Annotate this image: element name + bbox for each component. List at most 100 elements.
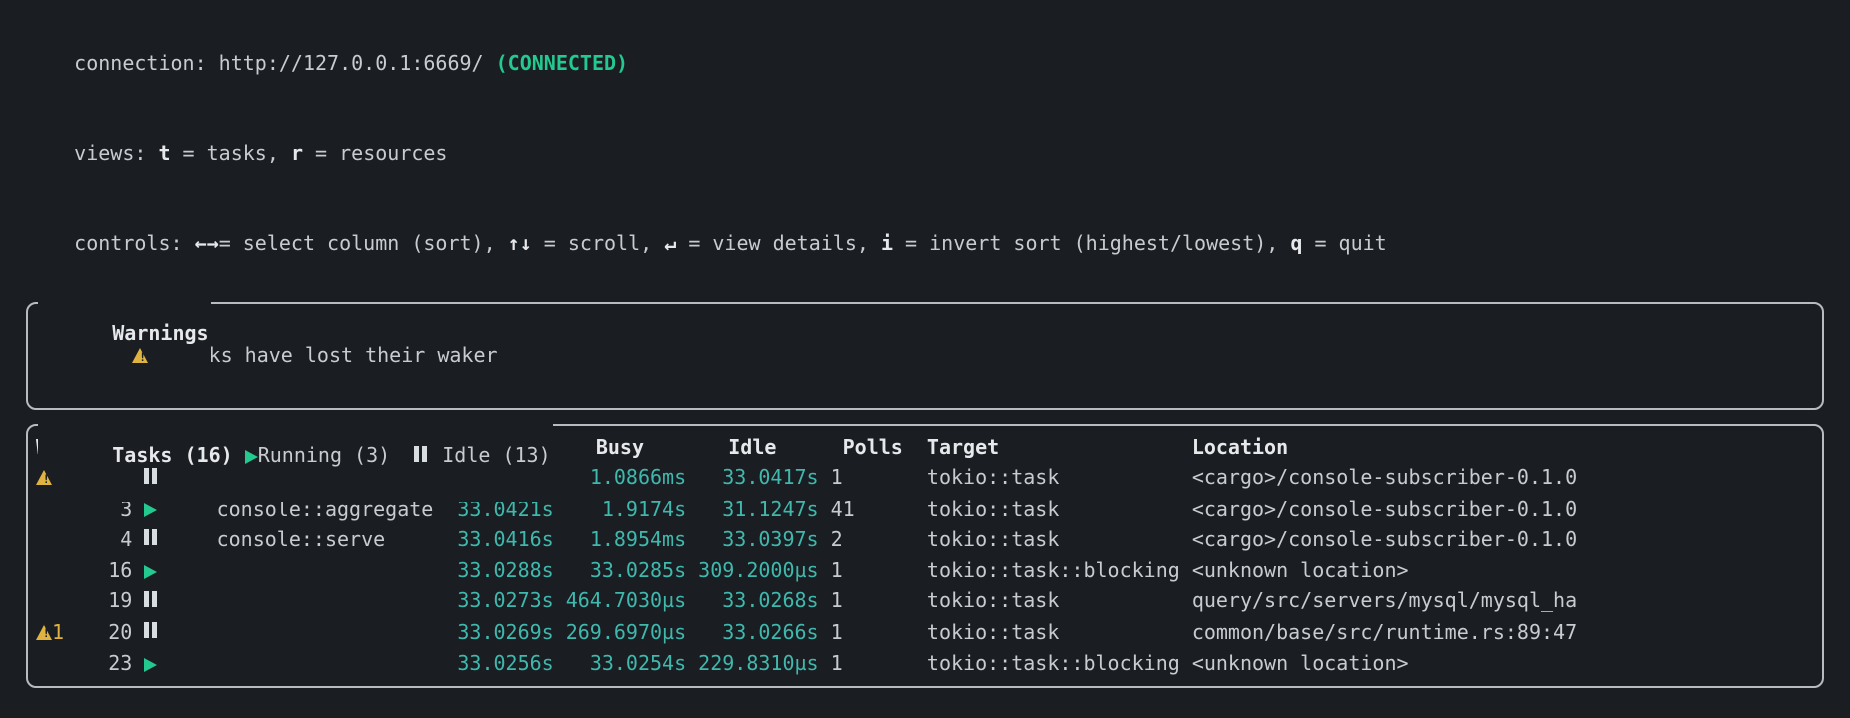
- cell-state: [144, 524, 216, 556]
- warn-count: 1: [52, 620, 64, 644]
- views-eq-resources: = resources: [303, 141, 448, 165]
- cell-location: <cargo>/console-subscriber-0.1.0: [1192, 524, 1814, 556]
- cell-target: tokio::task: [915, 617, 1192, 649]
- cell-target: tokio::task::blocking: [915, 555, 1192, 585]
- tasks-running-count: Running (3): [258, 443, 403, 467]
- cell-id: 4: [96, 524, 144, 556]
- views-key-t[interactable]: t: [158, 141, 170, 165]
- cell-location: common/base/src/runtime.rs:89:47: [1192, 617, 1814, 649]
- cell-total: 33.0269s: [445, 617, 553, 649]
- cell-name: [217, 648, 446, 678]
- cell-total: 33.0288s: [445, 555, 553, 585]
- controls-label: controls:: [74, 231, 194, 255]
- cell-warn: [36, 524, 96, 556]
- pause-icon: [144, 523, 160, 553]
- warning-icon: [132, 348, 148, 363]
- cell-polls: 1: [819, 585, 915, 617]
- pause-icon: [414, 440, 430, 470]
- cell-polls: 1: [819, 648, 915, 678]
- cell-state: [144, 555, 216, 585]
- table-row[interactable]: 16 33.0288s33.0285s309.2000µs1tokio::task…: [36, 555, 1814, 585]
- col-target[interactable]: Target: [915, 432, 1192, 462]
- cell-warn: [36, 648, 96, 678]
- cell-polls: 2: [819, 524, 915, 556]
- cell-target: tokio::task: [915, 462, 1192, 494]
- connection-url: http://127.0.0.1:6669/: [219, 51, 496, 75]
- cell-id: 19: [96, 585, 144, 617]
- cell-name: console::serve: [217, 524, 446, 556]
- cell-name: [217, 555, 446, 585]
- cell-warn: 1: [36, 617, 96, 649]
- pause-icon: [144, 585, 160, 615]
- cell-target: tokio::task: [915, 585, 1192, 617]
- cell-id: 20: [96, 617, 144, 649]
- cell-polls: 1: [819, 462, 915, 494]
- tasks-panel: Tasks (16) Running (3) Idle (13) Warn ID…: [26, 424, 1824, 688]
- table-row[interactable]: 4console::serve33.0416s1.8954ms33.0397s2…: [36, 524, 1814, 556]
- play-icon: [245, 450, 258, 464]
- table-row[interactable]: 12033.0269s269.6970µs33.0266s1tokio::tas…: [36, 617, 1814, 649]
- pause-icon: [144, 462, 160, 492]
- cell-state: [144, 617, 216, 649]
- cell-idle: 229.8310µs: [686, 648, 818, 678]
- cell-idle: 309.2000µs: [686, 555, 818, 585]
- warnings-title: Warnings: [112, 321, 208, 345]
- cell-busy: 33.0285s: [554, 555, 686, 585]
- ctrl-key-i[interactable]: i: [881, 231, 893, 255]
- cell-polls: 1: [819, 555, 915, 585]
- col-busy[interactable]: Busy: [554, 432, 686, 462]
- cell-name: [217, 617, 446, 649]
- play-icon: [144, 503, 157, 517]
- cell-busy: 464.7030µs: [554, 585, 686, 617]
- ctrl-details-desc: = view details,: [688, 231, 881, 255]
- cell-busy: 269.6970µs: [554, 617, 686, 649]
- warning-icon: [36, 625, 52, 640]
- table-row[interactable]: 19 33.0273s464.7030µs33.0268s1tokio::task…: [36, 585, 1814, 617]
- cell-idle: 33.0268s: [686, 585, 818, 617]
- cell-location: query/src/servers/mysql/mysql_ha: [1192, 585, 1814, 617]
- arrow-up-down-icon[interactable]: ↑↓: [508, 231, 532, 255]
- play-icon: [144, 565, 157, 579]
- warning-text: tasks have lost their waker: [160, 343, 497, 367]
- col-idle[interactable]: Idle: [686, 432, 818, 462]
- ctrl-invert-desc: = invert sort (highest/lowest),: [893, 231, 1290, 255]
- cell-name: [217, 585, 446, 617]
- col-location[interactable]: Location: [1192, 432, 1814, 462]
- cell-idle: 33.0397s: [686, 524, 818, 556]
- arrow-left-right-icon[interactable]: ←→: [195, 231, 219, 255]
- cell-total: 33.0256s: [445, 648, 553, 678]
- cell-id: 23: [96, 648, 144, 678]
- views-key-r[interactable]: r: [291, 141, 303, 165]
- ctrl-key-q[interactable]: q: [1290, 231, 1302, 255]
- cell-busy: 1.0866ms: [554, 462, 686, 494]
- cell-polls: 41: [819, 494, 915, 524]
- cell-target: tokio::task: [915, 494, 1192, 524]
- controls-line: controls: ←→= select column (sort), ↑↓ =…: [26, 198, 1824, 288]
- cell-target: tokio::task::blocking: [915, 648, 1192, 678]
- cell-idle: 33.0417s: [686, 462, 818, 494]
- cell-state: [144, 585, 216, 617]
- views-eq-tasks: = tasks,: [171, 141, 291, 165]
- connection-status: (CONNECTED): [496, 51, 628, 75]
- connection-label: connection:: [74, 51, 219, 75]
- ctrl-quit-desc: = quit: [1302, 231, 1386, 255]
- col-polls[interactable]: Polls: [819, 432, 915, 462]
- ctrl-sort-desc: = select column (sort),: [219, 231, 508, 255]
- cell-total: 33.0273s: [445, 585, 553, 617]
- tasks-title-count: Tasks (16): [112, 443, 244, 467]
- cell-location: <cargo>/console-subscriber-0.1.0: [1192, 462, 1814, 494]
- cell-warn: [36, 555, 96, 585]
- cell-busy: 1.9174s: [554, 494, 686, 524]
- cell-idle: 33.0266s: [686, 617, 818, 649]
- cell-id: 16: [96, 555, 144, 585]
- pause-icon: [144, 616, 160, 646]
- cell-location: <unknown location>: [1192, 555, 1814, 585]
- cell-state: [144, 648, 216, 678]
- cell-target: tokio::task: [915, 524, 1192, 556]
- enter-icon[interactable]: ↵: [664, 231, 688, 255]
- table-row[interactable]: 2333.0256s33.0254s229.8310µs1tokio::task…: [36, 648, 1814, 678]
- cell-idle: 31.1247s: [686, 494, 818, 524]
- connection-line: connection: http://127.0.0.1:6669/ (CONN…: [26, 18, 1824, 108]
- play-icon: [144, 658, 157, 672]
- cell-location: <unknown location>: [1192, 648, 1814, 678]
